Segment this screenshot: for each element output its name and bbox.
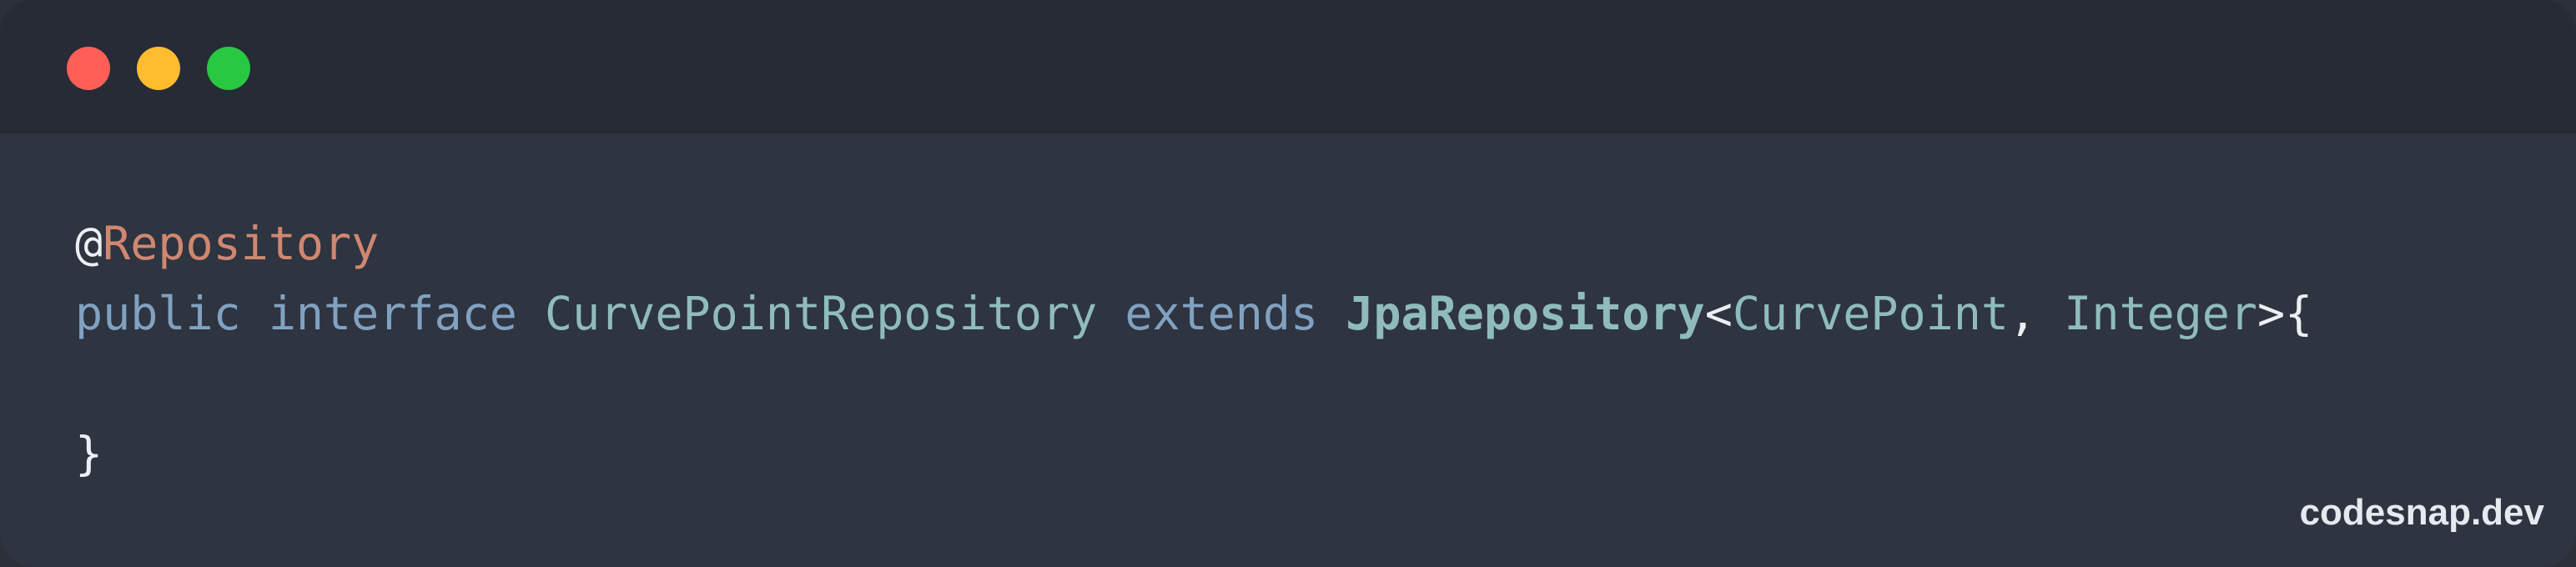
maximize-window-button[interactable] <box>207 47 250 90</box>
code-token-punct: < <box>1704 287 1733 340</box>
code-token-type: CurvePoint <box>1732 287 2009 340</box>
code-token-punct: , <box>2009 287 2065 340</box>
code-block: @Repository public interface CurvePointRe… <box>75 208 2312 489</box>
code-token-type-bold: JpaRepository <box>1346 287 1705 340</box>
code-line: } <box>75 419 2312 489</box>
minimize-window-button[interactable] <box>137 47 180 90</box>
code-token-keyword: interface <box>268 287 517 340</box>
code-line: public interface CurvePointRepository ex… <box>75 278 2312 349</box>
code-token-keyword: public <box>75 287 241 340</box>
code-token-keyword: extends <box>1124 287 1319 340</box>
close-window-button[interactable] <box>67 47 110 90</box>
code-token-punct: >{ <box>2257 287 2313 340</box>
code-token-annotation: Repository <box>103 217 380 270</box>
codesnap-watermark: codesnap.dev <box>2299 492 2544 533</box>
code-token-punct: } <box>75 427 103 480</box>
code-token-at: @ <box>75 217 103 270</box>
code-window: @Repository public interface CurvePointRe… <box>0 0 2576 567</box>
code-token-type: Integer <box>2064 287 2258 340</box>
window-titlebar <box>0 0 2576 133</box>
code-token-type: CurvePointRepository <box>544 287 1098 340</box>
code-line: @Repository <box>75 208 2312 278</box>
